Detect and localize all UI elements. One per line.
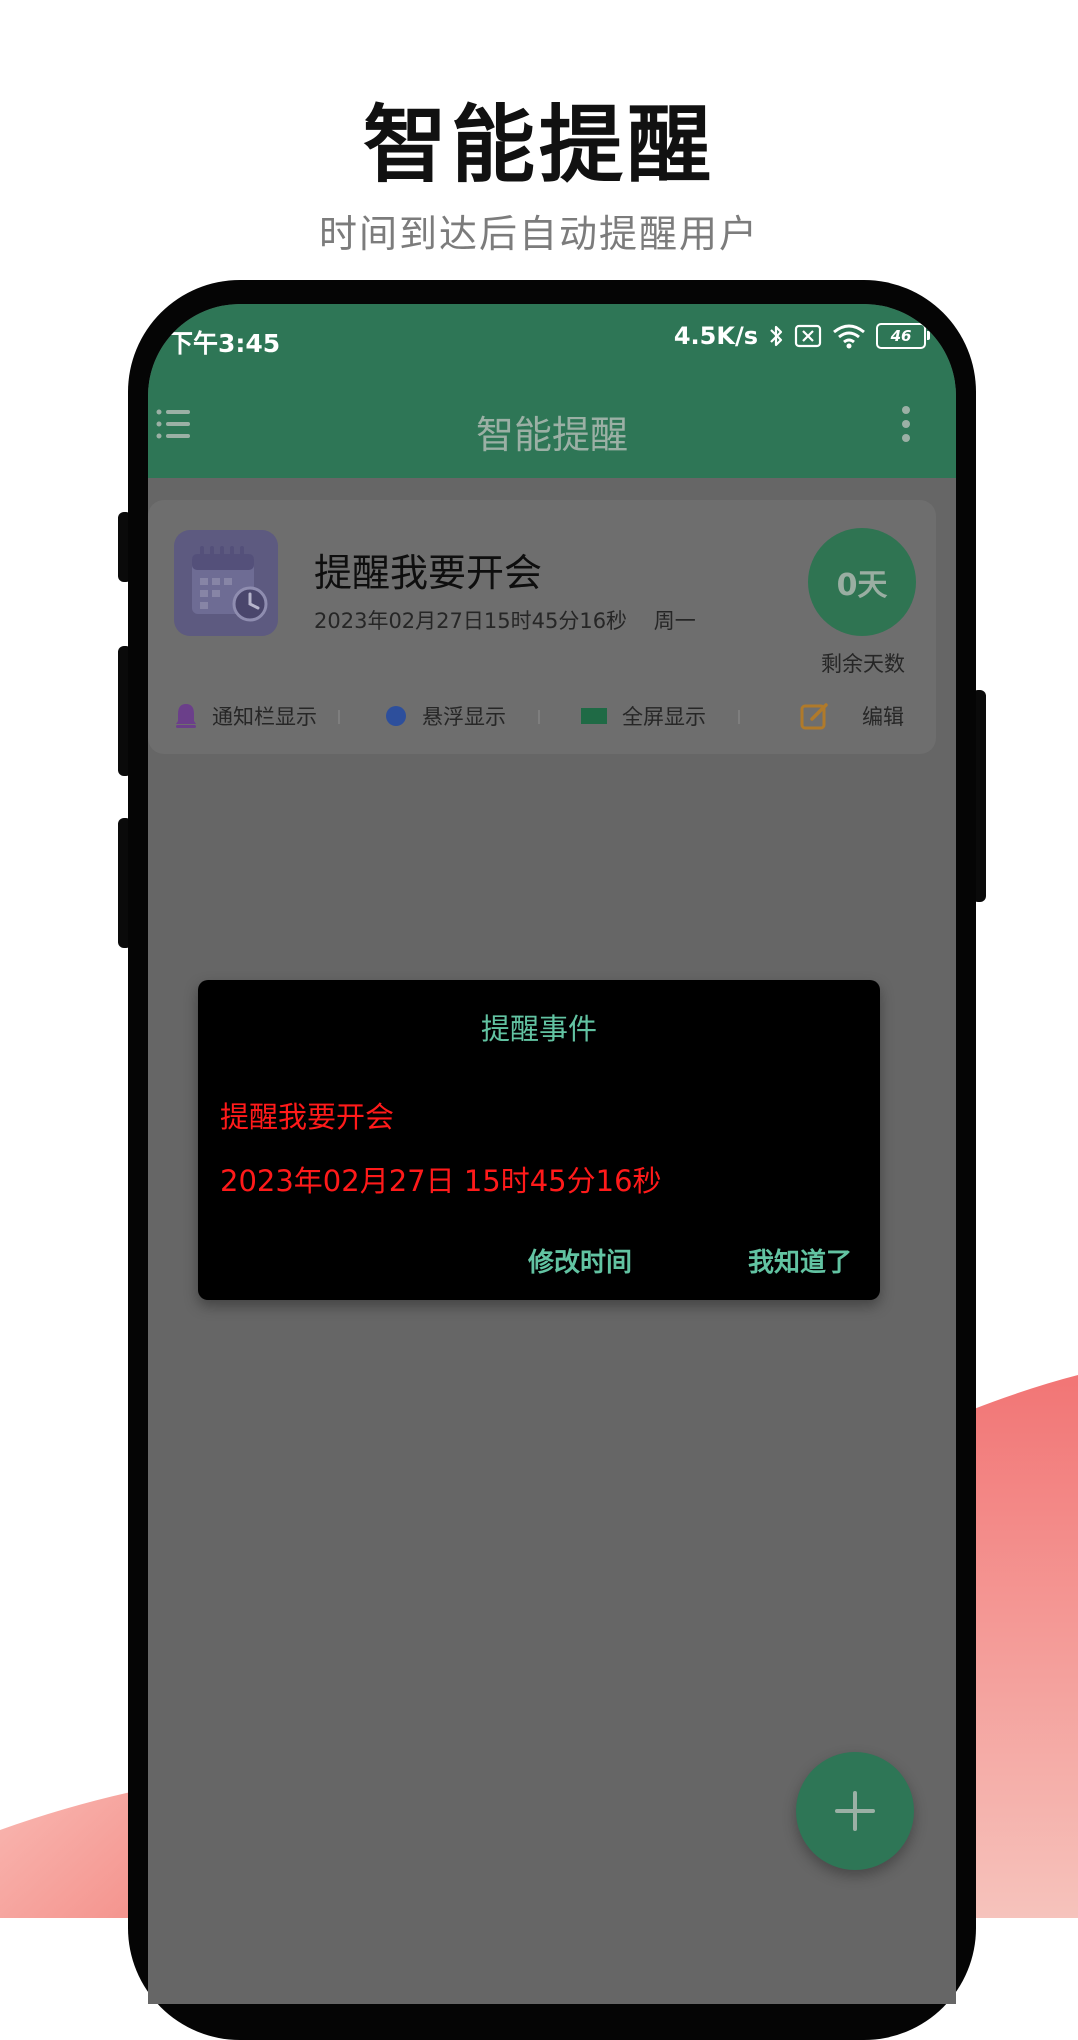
dialog-event-time: 2023年02月27日 15时45分16秒: [220, 1164, 662, 1198]
action-notification-display[interactable]: 通知栏显示: [174, 696, 317, 736]
plus-icon: [835, 1791, 875, 1831]
edit-icon: [800, 703, 828, 730]
card-actions: 通知栏显示 悬浮显示 全屏显示 编辑: [148, 696, 936, 736]
rectangle-icon: [581, 708, 607, 724]
action-label: 编辑: [862, 705, 904, 729]
promo-title: 智能提醒: [362, 96, 715, 194]
modify-time-button[interactable]: 修改时间: [528, 1242, 632, 1279]
dialog-event-text: 提醒我要开会: [220, 1100, 395, 1134]
bluetooth-icon: [770, 325, 783, 347]
action-label: 全屏显示: [622, 705, 706, 729]
divider: [738, 710, 740, 724]
reminder-dialog: 提醒事件 提醒我要开会 2023年02月27日 15时45分16秒 修改时间 我…: [198, 980, 880, 1300]
circle-icon: [386, 706, 406, 726]
bell-icon: [176, 704, 196, 728]
event-datetime: 2023年02月27日15时45分16秒 周一: [314, 605, 696, 635]
action-label: 悬浮显示: [422, 705, 506, 729]
more-vertical-icon[interactable]: [900, 404, 912, 444]
toolbar-title: 智能提醒: [475, 413, 628, 457]
status-time: 下午3:45: [168, 329, 281, 358]
remaining-days-badge: 0天: [808, 528, 916, 636]
action-float-display[interactable]: 悬浮显示: [384, 696, 506, 736]
action-edit[interactable]: 编辑: [800, 696, 904, 736]
wifi-icon: [833, 324, 865, 349]
battery-icon: 46: [876, 323, 930, 349]
action-fullscreen-display[interactable]: 全屏显示: [580, 696, 706, 736]
promo-subtitle: 时间到达后自动提醒用户: [318, 212, 759, 256]
action-label: 通知栏显示: [212, 705, 317, 729]
reminder-card[interactable]: 提醒我要开会 2023年02月27日15时45分16秒 周一 0天 剩余天数 通…: [148, 500, 936, 754]
sim-disabled-icon: [794, 324, 822, 348]
add-reminder-button[interactable]: [796, 1752, 914, 1870]
divider: [538, 710, 540, 724]
app-toolbar: 智能提醒: [148, 374, 956, 478]
calendar-clock-icon: [174, 530, 278, 636]
event-date: 2023年02月27日15时45分16秒: [314, 609, 628, 633]
event-weekday: 周一: [653, 609, 696, 633]
event-title: 提醒我要开会: [314, 551, 543, 595]
acknowledge-button[interactable]: 我知道了: [748, 1242, 852, 1279]
network-speed: 4.5K/s: [673, 322, 758, 350]
divider: [338, 710, 340, 724]
remaining-days-label: 剩余天数: [821, 652, 905, 676]
status-bar: 下午3:45 4.5K/s 46: [148, 304, 956, 374]
phone-screen: 下午3:45 4.5K/s 46 智能提醒 提醒我要开会 2023年02月27日…: [148, 304, 956, 2004]
status-icons: 4.5K/s 46: [673, 322, 930, 350]
dialog-title: 提醒事件: [480, 1012, 597, 1046]
